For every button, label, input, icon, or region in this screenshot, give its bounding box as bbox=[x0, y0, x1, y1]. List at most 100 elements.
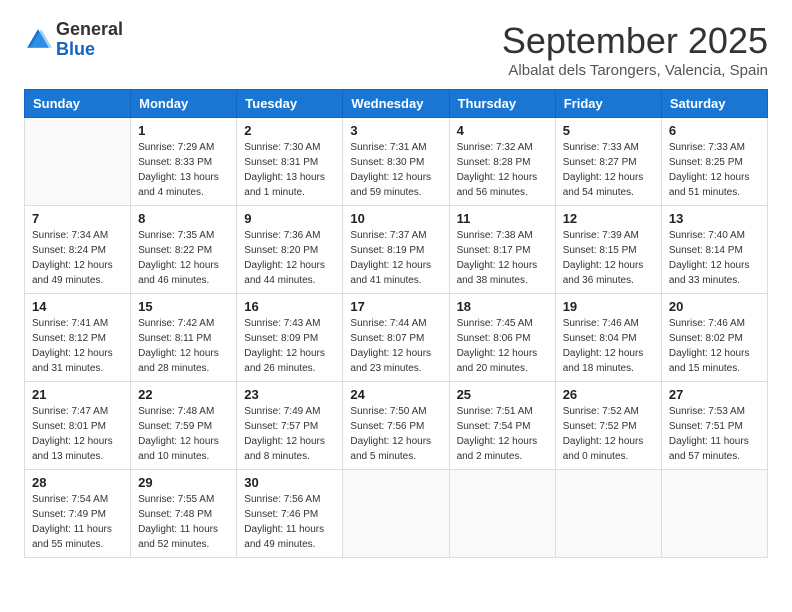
calendar-cell: 19 Sunrise: 7:46 AMSunset: 8:04 PMDayligh… bbox=[555, 294, 661, 382]
day-info: Sunrise: 7:49 AMSunset: 7:57 PMDaylight:… bbox=[244, 404, 335, 464]
day-number: 3 bbox=[350, 123, 441, 138]
calendar-header-row: SundayMondayTuesdayWednesdayThursdayFrid… bbox=[25, 90, 768, 118]
day-number: 9 bbox=[244, 211, 335, 226]
calendar-cell: 1Sunrise: 7:29 AMSunset: 8:33 PMDaylight… bbox=[131, 118, 237, 206]
day-info: Sunrise: 7:38 AMSunset: 8:17 PMDaylight:… bbox=[457, 228, 548, 288]
calendar-cell: 10 Sunrise: 7:37 AMSunset: 8:19 PMDayligh… bbox=[343, 206, 449, 294]
weekday-header-sunday: Sunday bbox=[25, 90, 131, 118]
day-info: Sunrise: 7:30 AMSunset: 8:31 PMDaylight:… bbox=[244, 140, 335, 200]
day-number: 5 bbox=[563, 123, 654, 138]
calendar-cell: 6 Sunrise: 7:33 AMSunset: 8:25 PMDaylight… bbox=[661, 118, 767, 206]
day-info: Sunrise: 7:35 AMSunset: 8:22 PMDaylight:… bbox=[138, 228, 229, 288]
page: General Blue September 2025 Albalat dels… bbox=[0, 0, 792, 578]
day-number: 29 bbox=[138, 475, 229, 490]
calendar-cell: 17 Sunrise: 7:44 AMSunset: 8:07 PMDayligh… bbox=[343, 294, 449, 382]
calendar-cell: 27 Sunrise: 7:53 AMSunset: 7:51 PMDayligh… bbox=[661, 382, 767, 470]
day-number: 24 bbox=[350, 387, 441, 402]
calendar-cell: 14 Sunrise: 7:41 AMSunset: 8:12 PMDayligh… bbox=[25, 294, 131, 382]
calendar-cell: 21 Sunrise: 7:47 AMSunset: 8:01 PMDayligh… bbox=[25, 382, 131, 470]
day-number: 4 bbox=[457, 123, 548, 138]
day-info: Sunrise: 7:36 AMSunset: 8:20 PMDaylight:… bbox=[244, 228, 335, 288]
day-number: 30 bbox=[244, 475, 335, 490]
calendar-cell: 15 Sunrise: 7:42 AMSunset: 8:11 PMDayligh… bbox=[131, 294, 237, 382]
day-number: 15 bbox=[138, 299, 229, 314]
calendar-week-row: 21 Sunrise: 7:47 AMSunset: 8:01 PMDayligh… bbox=[25, 382, 768, 470]
day-info: Sunrise: 7:46 AMSunset: 8:04 PMDaylight:… bbox=[563, 316, 654, 376]
calendar-cell: 11Sunrise: 7:38 AMSunset: 8:17 PMDayligh… bbox=[449, 206, 555, 294]
day-info: Sunrise: 7:40 AMSunset: 8:14 PMDaylight:… bbox=[669, 228, 760, 288]
day-info: Sunrise: 7:41 AMSunset: 8:12 PMDaylight:… bbox=[32, 316, 123, 376]
calendar-cell: 23 Sunrise: 7:49 AMSunset: 7:57 PMDayligh… bbox=[237, 382, 343, 470]
day-number: 27 bbox=[669, 387, 760, 402]
day-number: 1 bbox=[138, 123, 229, 138]
day-number: 22 bbox=[138, 387, 229, 402]
day-info: Sunrise: 7:39 AMSunset: 8:15 PMDaylight:… bbox=[563, 228, 654, 288]
day-info: Sunrise: 7:32 AMSunset: 8:28 PMDaylight:… bbox=[457, 140, 548, 200]
calendar-cell: 16Sunrise: 7:43 AMSunset: 8:09 PMDayligh… bbox=[237, 294, 343, 382]
day-info: Sunrise: 7:44 AMSunset: 8:07 PMDaylight:… bbox=[350, 316, 441, 376]
calendar-cell bbox=[449, 470, 555, 558]
calendar-cell: 12 Sunrise: 7:39 AMSunset: 8:15 PMDayligh… bbox=[555, 206, 661, 294]
calendar-cell: 8 Sunrise: 7:35 AMSunset: 8:22 PMDaylight… bbox=[131, 206, 237, 294]
day-info: Sunrise: 7:47 AMSunset: 8:01 PMDaylight:… bbox=[32, 404, 123, 464]
day-info: Sunrise: 7:55 AMSunset: 7:48 PMDaylight:… bbox=[138, 492, 229, 552]
day-number: 8 bbox=[138, 211, 229, 226]
weekday-header-thursday: Thursday bbox=[449, 90, 555, 118]
calendar-cell: 26 Sunrise: 7:52 AMSunset: 7:52 PMDayligh… bbox=[555, 382, 661, 470]
day-info: Sunrise: 7:33 AMSunset: 8:25 PMDaylight:… bbox=[669, 140, 760, 200]
day-number: 25 bbox=[457, 387, 548, 402]
calendar-cell bbox=[25, 118, 131, 206]
day-number: 7 bbox=[32, 211, 123, 226]
month-title: September 2025 bbox=[502, 20, 768, 62]
day-info: Sunrise: 7:50 AMSunset: 7:56 PMDaylight:… bbox=[350, 404, 441, 464]
logo-blue-text: Blue bbox=[56, 40, 123, 60]
day-info: Sunrise: 7:53 AMSunset: 7:51 PMDaylight:… bbox=[669, 404, 760, 464]
day-info: Sunrise: 7:48 AMSunset: 7:59 PMDaylight:… bbox=[138, 404, 229, 464]
calendar-cell: 13 Sunrise: 7:40 AMSunset: 8:14 PMDayligh… bbox=[661, 206, 767, 294]
calendar-cell bbox=[343, 470, 449, 558]
logo: General Blue bbox=[24, 20, 123, 60]
logo-general-text: General bbox=[56, 20, 123, 40]
location-subtitle: Albalat dels Tarongers, Valencia, Spain bbox=[502, 62, 768, 79]
calendar-cell: 18Sunrise: 7:45 AMSunset: 8:06 PMDayligh… bbox=[449, 294, 555, 382]
day-number: 23 bbox=[244, 387, 335, 402]
calendar-cell: 20 Sunrise: 7:46 AMSunset: 8:02 PMDayligh… bbox=[661, 294, 767, 382]
calendar-cell: 4 Sunrise: 7:32 AMSunset: 8:28 PMDaylight… bbox=[449, 118, 555, 206]
logo-icon bbox=[24, 26, 52, 54]
header: General Blue September 2025 Albalat dels… bbox=[24, 20, 768, 79]
calendar-cell: 9 Sunrise: 7:36 AMSunset: 8:20 PMDaylight… bbox=[237, 206, 343, 294]
day-info: Sunrise: 7:45 AMSunset: 8:06 PMDaylight:… bbox=[457, 316, 548, 376]
calendar-cell: 30 Sunrise: 7:56 AMSunset: 7:46 PMDayligh… bbox=[237, 470, 343, 558]
day-number: 12 bbox=[563, 211, 654, 226]
calendar-week-row: 14 Sunrise: 7:41 AMSunset: 8:12 PMDayligh… bbox=[25, 294, 768, 382]
day-number: 17 bbox=[350, 299, 441, 314]
day-info: Sunrise: 7:37 AMSunset: 8:19 PMDaylight:… bbox=[350, 228, 441, 288]
calendar-cell: 2Sunrise: 7:30 AMSunset: 8:31 PMDaylight… bbox=[237, 118, 343, 206]
title-block: September 2025 Albalat dels Tarongers, V… bbox=[502, 20, 768, 79]
day-number: 14 bbox=[32, 299, 123, 314]
day-number: 16 bbox=[244, 299, 335, 314]
day-info: Sunrise: 7:56 AMSunset: 7:46 PMDaylight:… bbox=[244, 492, 335, 552]
day-number: 6 bbox=[669, 123, 760, 138]
day-number: 21 bbox=[32, 387, 123, 402]
day-number: 19 bbox=[563, 299, 654, 314]
calendar-cell: 5 Sunrise: 7:33 AMSunset: 8:27 PMDaylight… bbox=[555, 118, 661, 206]
day-number: 13 bbox=[669, 211, 760, 226]
day-info: Sunrise: 7:51 AMSunset: 7:54 PMDaylight:… bbox=[457, 404, 548, 464]
calendar-week-row: 7Sunrise: 7:34 AMSunset: 8:24 PMDaylight… bbox=[25, 206, 768, 294]
day-number: 20 bbox=[669, 299, 760, 314]
calendar-cell: 3Sunrise: 7:31 AMSunset: 8:30 PMDaylight… bbox=[343, 118, 449, 206]
calendar-cell bbox=[661, 470, 767, 558]
day-info: Sunrise: 7:33 AMSunset: 8:27 PMDaylight:… bbox=[563, 140, 654, 200]
day-number: 10 bbox=[350, 211, 441, 226]
day-info: Sunrise: 7:46 AMSunset: 8:02 PMDaylight:… bbox=[669, 316, 760, 376]
calendar-cell: 29 Sunrise: 7:55 AMSunset: 7:48 PMDayligh… bbox=[131, 470, 237, 558]
calendar-cell: 22 Sunrise: 7:48 AMSunset: 7:59 PMDayligh… bbox=[131, 382, 237, 470]
day-info: Sunrise: 7:42 AMSunset: 8:11 PMDaylight:… bbox=[138, 316, 229, 376]
weekday-header-saturday: Saturday bbox=[661, 90, 767, 118]
day-info: Sunrise: 7:52 AMSunset: 7:52 PMDaylight:… bbox=[563, 404, 654, 464]
day-number: 26 bbox=[563, 387, 654, 402]
calendar-cell: 28Sunrise: 7:54 AMSunset: 7:49 PMDayligh… bbox=[25, 470, 131, 558]
day-info: Sunrise: 7:54 AMSunset: 7:49 PMDaylight:… bbox=[32, 492, 123, 552]
calendar-cell: 25 Sunrise: 7:51 AMSunset: 7:54 PMDayligh… bbox=[449, 382, 555, 470]
